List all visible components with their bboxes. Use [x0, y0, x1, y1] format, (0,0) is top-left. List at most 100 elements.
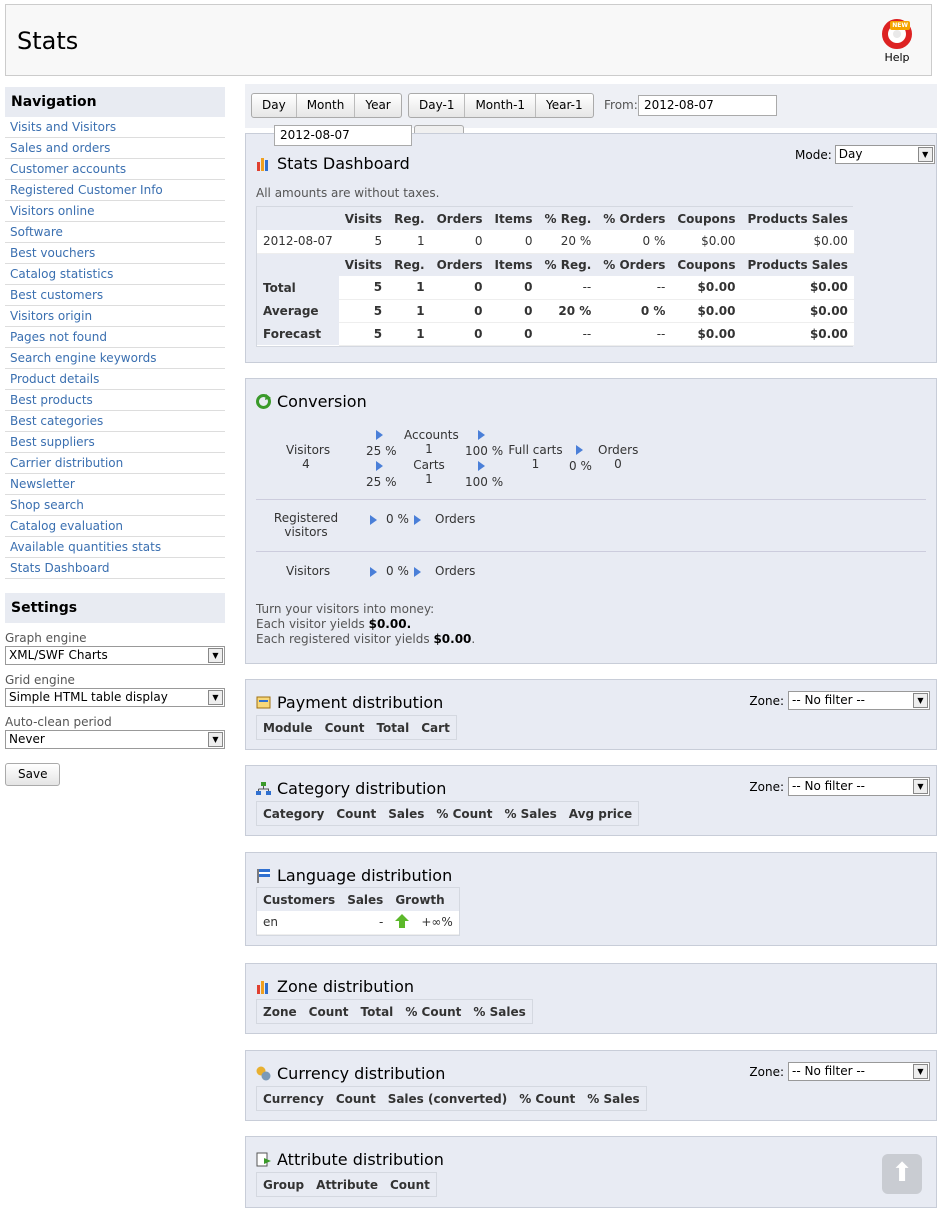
cell: $0.00	[741, 230, 854, 254]
nav-item-catalog-evaluation[interactable]: Catalog evaluation	[5, 516, 225, 537]
carts-label: Carts	[413, 458, 445, 472]
nav-item-sales[interactable]: Sales and orders	[5, 138, 225, 159]
graph-engine-select[interactable]: XML/SWF Charts ▼	[5, 646, 225, 665]
category-title-row: Category distribution	[256, 779, 446, 798]
money-line-3-end: .	[471, 632, 476, 646]
nav-item-best-vouchers[interactable]: Best vouchers	[5, 243, 225, 264]
registered-orders-label: Orders	[435, 512, 476, 526]
col-header: Growth	[389, 888, 459, 911]
nav-item-catalog-statistics[interactable]: Catalog statistics	[5, 264, 225, 285]
attribute-title: Attribute distribution	[277, 1150, 444, 1169]
cell: $0.00	[671, 276, 742, 300]
nav-item-search-keywords[interactable]: Search engine keywords	[5, 348, 225, 369]
nav-item-best-categories[interactable]: Best categories	[5, 411, 225, 432]
col-header: Products Sales	[741, 207, 854, 230]
col-header: % Sales	[467, 1000, 532, 1023]
col-header: Sales (converted)	[381, 1087, 514, 1110]
accounts-label: Accounts	[404, 428, 459, 442]
row-header: Average	[257, 299, 339, 322]
month-minus-button[interactable]: Month-1	[465, 94, 537, 117]
nav-item-visitors-online[interactable]: Visitors online	[5, 201, 225, 222]
col-header: Zone	[257, 1000, 303, 1023]
graph-engine-label: Graph engine	[5, 631, 87, 645]
nav-item-carrier-distribution[interactable]: Carrier distribution	[5, 453, 225, 474]
table-header-row: Customers Sales Sales Growth	[257, 888, 459, 911]
cell: 1	[388, 299, 431, 323]
year-button[interactable]: Year	[355, 94, 400, 117]
grid-engine-value: Simple HTML table display	[9, 690, 168, 704]
help-button[interactable]: NEW Help	[881, 19, 913, 64]
nav-item-best-suppliers[interactable]: Best suppliers	[5, 432, 225, 453]
zone-table: Zone Count Total % Count % Sales	[256, 999, 533, 1024]
category-zone-select[interactable]: -- No filter -- ▼	[788, 777, 930, 796]
attribute-title-row: Attribute distribution	[256, 1150, 444, 1169]
save-date-button[interactable]	[414, 125, 464, 133]
from-date-input[interactable]: 2012-08-07	[638, 95, 777, 116]
grid-engine-select[interactable]: Simple HTML table display ▼	[5, 688, 225, 707]
language-title: Language distribution	[277, 866, 453, 885]
nav-item-available-quantities[interactable]: Available quantities stats	[5, 537, 225, 558]
cell: --	[597, 322, 672, 346]
visitors-label: Visitors	[286, 443, 331, 457]
col-header: Visits	[338, 207, 389, 230]
zone-value: -- No filter --	[792, 779, 865, 793]
cell: 0	[488, 299, 539, 323]
currency-zone-select[interactable]: -- No filter -- ▼	[788, 1062, 930, 1081]
table-header-row: Group Attribute Count	[257, 1173, 436, 1196]
money-line-2-text: Each visitor yields	[256, 617, 369, 631]
accounts-value: 1	[425, 442, 433, 456]
nav-item-newsletter[interactable]: Newsletter	[5, 474, 225, 495]
visitors-orders-label: Orders	[435, 564, 476, 578]
cell: 0	[430, 230, 489, 254]
year-minus-button[interactable]: Year-1	[536, 94, 593, 117]
nav-item-software[interactable]: Software	[5, 222, 225, 243]
day-minus-button[interactable]: Day-1	[409, 94, 466, 117]
money-text: Turn your visitors into money: Each visi…	[256, 602, 475, 647]
nav-item-visits[interactable]: Visits and Visitors	[5, 117, 225, 138]
nav-item-pages-not-found[interactable]: Pages not found	[5, 327, 225, 348]
to-date-input[interactable]: 2012-08-07	[274, 125, 412, 146]
category-distribution-panel: Category distribution Zone: -- No filter …	[245, 765, 937, 836]
nav-item-customer-accounts[interactable]: Customer accounts	[5, 159, 225, 180]
money-line-2: Each visitor yields $0.00.	[256, 617, 475, 632]
autoclean-select[interactable]: Never ▼	[5, 730, 225, 749]
col-header: Customers	[257, 888, 342, 911]
col-header: % Orders	[597, 207, 672, 230]
payment-zone-select[interactable]: -- No filter -- ▼	[788, 691, 930, 710]
nav-item-best-products[interactable]: Best products	[5, 390, 225, 411]
summary-row-total: Total 5 1 0 0 -- -- $0.00 $0.00	[257, 276, 854, 300]
col-header: Count	[383, 1173, 436, 1196]
cell: --	[538, 276, 598, 300]
col-header: Coupons	[671, 253, 742, 276]
graph-engine-value: XML/SWF Charts	[9, 648, 108, 662]
currency-distribution-panel: Currency distribution Zone: -- No filter …	[245, 1050, 937, 1121]
cell: 5	[338, 299, 389, 323]
mode-value: Day	[838, 147, 863, 161]
attribute-table: Group Attribute Count	[256, 1172, 437, 1197]
month-button[interactable]: Month	[297, 94, 356, 117]
save-button[interactable]: Save	[5, 763, 61, 786]
cell: --	[538, 322, 598, 346]
nav-item-stats-dashboard[interactable]: Stats Dashboard	[5, 558, 225, 579]
full-carts-label: Full carts	[508, 443, 563, 457]
cell: 0	[488, 230, 539, 254]
col-header: % Count	[399, 1000, 468, 1023]
col-header: Attribute	[310, 1173, 384, 1196]
payment-title-row: Payment distribution	[256, 693, 443, 712]
tax-note: All amounts are without taxes.	[256, 186, 440, 200]
col-header: Reg.	[388, 253, 431, 276]
chevron-down-icon: ▼	[208, 648, 223, 663]
conversion-title-row: Conversion	[256, 392, 367, 411]
nav-item-shop-search[interactable]: Shop search	[5, 495, 225, 516]
zone-label: Zone:	[749, 693, 784, 708]
nav-item-registered-customer[interactable]: Registered Customer Info	[5, 180, 225, 201]
visitors-value: 4	[302, 457, 310, 471]
nav-item-product-details[interactable]: Product details	[5, 369, 225, 390]
nav-item-best-customers[interactable]: Best customers	[5, 285, 225, 306]
scroll-to-top-button[interactable]: ⬆	[882, 1154, 922, 1194]
cell: $0.00	[741, 299, 854, 323]
mode-select[interactable]: Day ▼	[834, 145, 935, 164]
nav-item-visitors-origin[interactable]: Visitors origin	[5, 306, 225, 327]
day-button[interactable]: Day	[252, 94, 297, 117]
cell: 1	[388, 230, 431, 254]
